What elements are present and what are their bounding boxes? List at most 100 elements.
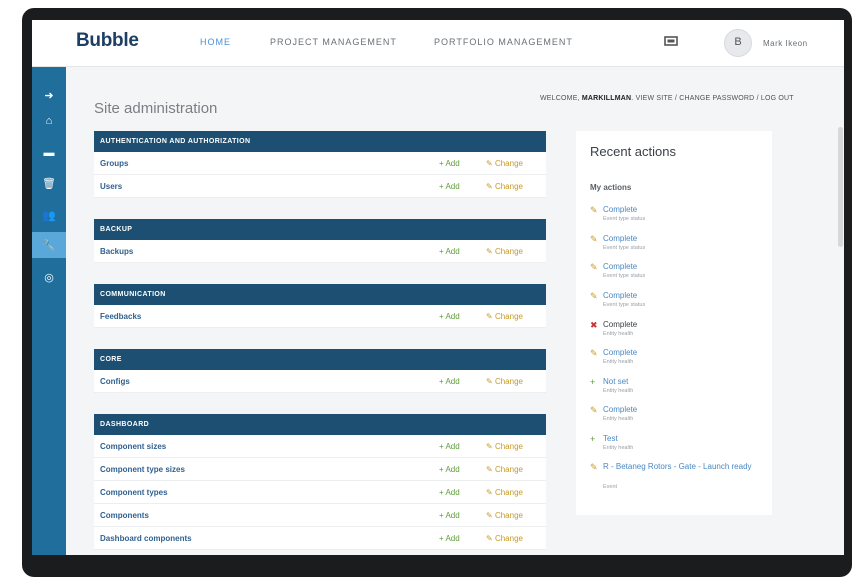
module-row: Components + Add ✎ Change — [94, 504, 546, 527]
model-link[interactable]: Users — [100, 182, 122, 191]
add-label: Add — [445, 442, 460, 451]
recent-action-link[interactable]: Complete — [603, 262, 765, 272]
model-link[interactable]: Groups — [100, 159, 128, 168]
pencil-icon: ✎ — [486, 377, 495, 386]
welcome-prefix: WELCOME, — [540, 95, 582, 102]
change-label: Change — [494, 534, 523, 543]
change-link[interactable]: ✎ Change — [486, 511, 523, 520]
chat-icon[interactable] — [664, 36, 678, 48]
trash-icon[interactable]: 🗑 — [32, 170, 66, 196]
pencil-icon: ✎ — [486, 159, 495, 168]
add-link[interactable]: + Add — [439, 534, 460, 543]
module-row: Component types + Add ✎ Change — [94, 481, 546, 504]
change-link[interactable]: ✎ Change — [486, 247, 523, 256]
add-link[interactable]: + Add — [439, 442, 460, 451]
recent-action-link[interactable]: Complete — [603, 348, 765, 358]
add-link[interactable]: + Add — [439, 488, 460, 497]
model-link[interactable]: Component types — [100, 488, 168, 497]
settings-circle-icon[interactable]: ◎ — [32, 264, 66, 290]
users-icon[interactable]: 👥 — [32, 202, 66, 228]
sidebar: ➜ ⌂ ▬ 🗑 👥 🔧 ◎ — [32, 20, 66, 555]
recent-action-type: Event — [603, 484, 618, 490]
module-row: Component sizes + Add ✎ Change — [94, 435, 546, 458]
add-label: Add — [445, 511, 460, 520]
pencil-icon: ✎ — [590, 348, 598, 358]
change-link[interactable]: ✎ Change — [486, 442, 523, 451]
change-link[interactable]: ✎ Change — [486, 534, 523, 543]
module-row: Configs + Add ✎ Change — [94, 370, 546, 393]
module-header[interactable]: AUTHENTICATION AND AUTHORIZATION — [94, 131, 546, 152]
nav-portfolio-management[interactable]: PORTFOLIO MANAGEMENT — [434, 37, 573, 47]
module-row: Component type sizes + Add ✎ Change — [94, 458, 546, 481]
change-link[interactable]: ✎ Change — [486, 312, 523, 321]
admin-module: COMMUNICATION Feedbacks + Add ✎ Change — [94, 284, 546, 328]
change-link[interactable]: ✎ Change — [486, 182, 523, 191]
change-label: Change — [494, 312, 523, 321]
model-link[interactable]: Component type sizes — [100, 465, 185, 474]
scrollbar[interactable] — [838, 127, 843, 247]
add-link[interactable]: + Add — [439, 465, 460, 474]
recent-action-type: Event type status — [603, 273, 646, 279]
arrow-right-icon[interactable]: ➜ — [32, 82, 66, 108]
module-header[interactable]: CORE — [94, 349, 546, 370]
add-label: Add — [445, 465, 460, 474]
app-screen: ➜ ⌂ ▬ 🗑 👥 🔧 ◎ Bubble HOME PROJECT MANAGEMENT P… — [32, 20, 844, 555]
admin-module: DASHBOARD Component sizes + Add ✎ Change Com… — [94, 414, 546, 550]
my-actions-heading: My actions — [590, 183, 632, 192]
add-label: Add — [445, 534, 460, 543]
recent-action-link[interactable]: Not set — [603, 377, 765, 387]
nav-project-management[interactable]: PROJECT MANAGEMENT — [270, 37, 397, 47]
home-icon[interactable]: ⌂ — [32, 108, 66, 134]
plus-icon: + — [590, 377, 596, 387]
add-link[interactable]: + Add — [439, 182, 460, 191]
model-link[interactable]: Dashboard components — [100, 534, 192, 543]
avatar[interactable]: B — [724, 29, 752, 57]
model-link[interactable]: Component sizes — [100, 442, 166, 451]
wrench-icon[interactable]: 🔧 — [32, 232, 66, 258]
recent-action-link[interactable]: Complete — [603, 320, 765, 330]
app-logo[interactable]: Bubble — [76, 30, 139, 52]
recent-action-link[interactable]: Complete — [603, 291, 765, 301]
pencil-icon: ✎ — [590, 205, 598, 215]
change-link[interactable]: ✎ Change — [486, 465, 523, 474]
plus-icon: + — [590, 434, 596, 444]
add-link[interactable]: + Add — [439, 377, 460, 386]
message-icon[interactable]: ▬ — [32, 140, 66, 166]
recent-action-link[interactable]: Complete — [603, 405, 765, 415]
add-label: Add — [445, 159, 460, 168]
pencil-icon: ✎ — [590, 262, 598, 272]
recent-actions-panel: Recent actions My actions ✎ Complete Event… — [576, 131, 772, 515]
recent-action-link[interactable]: Complete — [603, 234, 765, 244]
welcome-bar: WELCOME, MARKILLMAN. VIEW SITE / CHANGE … — [540, 95, 794, 102]
pencil-icon: ✎ — [486, 312, 495, 321]
pencil-icon: ✎ — [590, 405, 598, 415]
recent-action-link[interactable]: Test — [603, 434, 765, 444]
add-link[interactable]: + Add — [439, 247, 460, 256]
module-row: Groups + Add ✎ Change — [94, 152, 546, 175]
welcome-links[interactable]: . VIEW SITE / CHANGE PASSWORD / LOG OUT — [631, 95, 793, 102]
module-row: Backups + Add ✎ Change — [94, 240, 546, 263]
change-link[interactable]: ✎ Change — [486, 488, 523, 497]
add-link[interactable]: + Add — [439, 312, 460, 321]
change-link[interactable]: ✎ Change — [486, 377, 523, 386]
recent-action-link[interactable]: R - Betaneg Rotors - Gate - Launch ready — [603, 462, 765, 472]
add-link[interactable]: + Add — [439, 159, 460, 168]
module-header[interactable]: BACKUP — [94, 219, 546, 240]
pencil-icon: ✎ — [486, 534, 495, 543]
pencil-icon: ✎ — [486, 442, 495, 451]
pencil-icon: ✎ — [590, 291, 598, 301]
user-name[interactable]: Mark Ikeon — [763, 39, 808, 48]
top-bar: Bubble HOME PROJECT MANAGEMENT PORTFOLIO… — [32, 20, 844, 67]
nav-home[interactable]: HOME — [200, 37, 231, 47]
add-link[interactable]: + Add — [439, 511, 460, 520]
admin-module: BACKUP Backups + Add ✎ Change — [94, 219, 546, 263]
change-label: Change — [494, 377, 523, 386]
model-link[interactable]: Configs — [100, 377, 130, 386]
change-link[interactable]: ✎ Change — [486, 159, 523, 168]
recent-action-link[interactable]: Complete — [603, 205, 765, 215]
model-link[interactable]: Components — [100, 511, 149, 520]
model-link[interactable]: Feedbacks — [100, 312, 141, 321]
module-header[interactable]: DASHBOARD — [94, 414, 546, 435]
module-header[interactable]: COMMUNICATION — [94, 284, 546, 305]
model-link[interactable]: Backups — [100, 247, 133, 256]
